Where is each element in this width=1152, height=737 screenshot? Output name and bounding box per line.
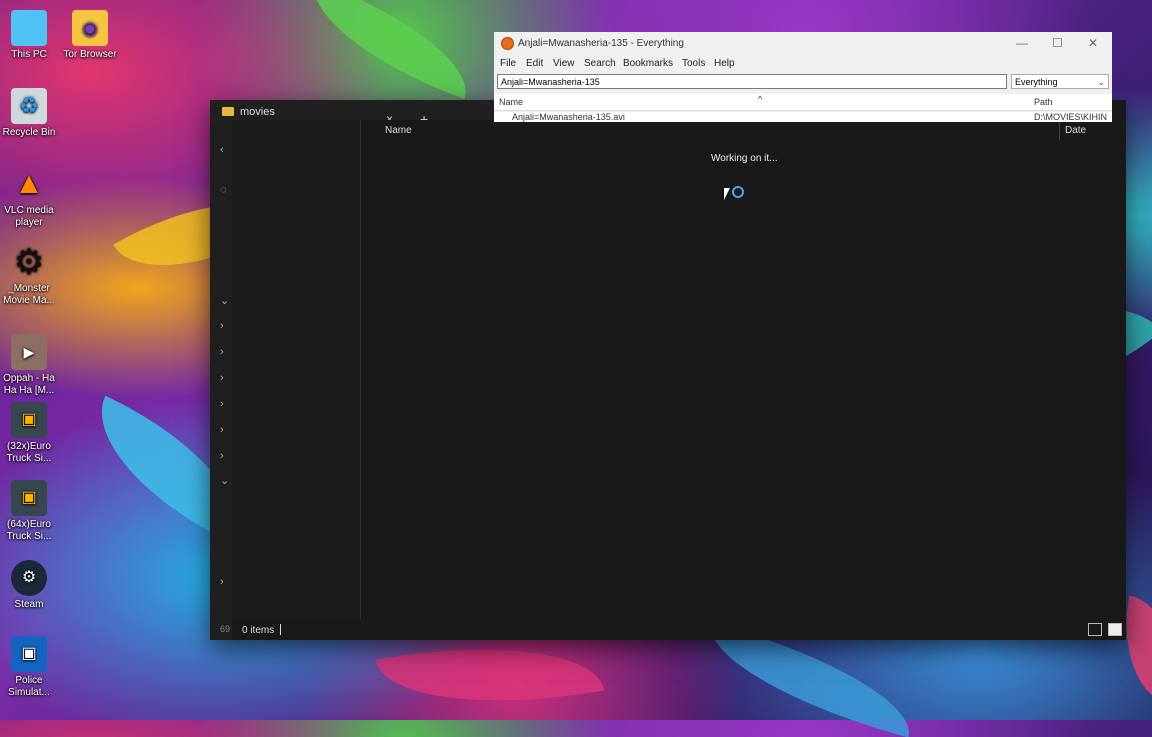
menu-edit[interactable]: Edit bbox=[526, 58, 543, 69]
gear-icon: ⚙ bbox=[13, 243, 45, 281]
desktop-icon-tor-browser[interactable]: ◉ Tor Browser bbox=[58, 10, 122, 61]
recycle-bin-icon: ♻ bbox=[11, 88, 47, 124]
desktop-icon-monster-movie[interactable]: ⚙ _Monster Movie Ma... bbox=[0, 244, 61, 307]
side-number: 69 bbox=[220, 624, 231, 634]
desktop-icon-police-sim[interactable]: ▣ Police Simulat... bbox=[0, 636, 61, 699]
status-bar: 0 items bbox=[232, 620, 1126, 640]
desktop-icon-label: _Monster Movie Ma... bbox=[3, 283, 55, 306]
folder-icon: ◉ bbox=[72, 10, 108, 46]
large-icons-view-button[interactable] bbox=[1108, 623, 1122, 636]
desktop-icon-label: Tor Browser bbox=[63, 49, 117, 60]
desktop-icon-label: Police Simulat... bbox=[8, 675, 50, 698]
vlc-cone-icon: ▲ bbox=[14, 167, 44, 200]
chevron-right-icon[interactable]: › bbox=[220, 398, 224, 410]
game-shortcut-icon: ▣ bbox=[11, 636, 47, 672]
menu-tools[interactable]: Tools bbox=[682, 58, 705, 69]
desktop-icon-label: This PC bbox=[11, 49, 47, 60]
desktop-icon-label: (64x)Euro Truck Si... bbox=[6, 519, 52, 542]
desktop-icon-euro-truck-32[interactable]: ▣ (32x)Euro Truck Si... bbox=[0, 402, 61, 465]
status-divider bbox=[280, 624, 281, 635]
explorer-tab-strip: movies × + bbox=[210, 100, 500, 127]
menu-file[interactable]: File bbox=[500, 58, 516, 69]
game-shortcut-icon: ▣ bbox=[11, 480, 47, 516]
chevron-right-icon[interactable]: › bbox=[220, 372, 224, 384]
desktop-icon-label: Steam bbox=[14, 599, 44, 610]
file-list-pane[interactable]: Name Date Working on it... bbox=[361, 120, 1126, 634]
video-file-icon: ▶ bbox=[11, 334, 47, 370]
menu-help[interactable]: Help bbox=[714, 58, 735, 69]
navigation-pane[interactable] bbox=[232, 120, 360, 640]
loading-spinner-icon bbox=[732, 186, 744, 198]
menu-search[interactable]: Search bbox=[584, 58, 616, 69]
chevron-right-icon[interactable]: › bbox=[220, 346, 224, 358]
column-header-name[interactable]: Name bbox=[499, 97, 523, 107]
steam-icon: ⚙ bbox=[11, 560, 47, 596]
column-header-date[interactable]: Date bbox=[1065, 125, 1086, 136]
chevron-right-icon[interactable]: › bbox=[220, 450, 224, 462]
desktop-icon-steam[interactable]: ⚙ Steam bbox=[0, 560, 61, 611]
result-name: Anjali=Mwanasheria-135.avi bbox=[512, 112, 625, 122]
desktop-icon-euro-truck-64[interactable]: ▣ (64x)Euro Truck Si... bbox=[0, 480, 61, 543]
chevron-left-icon[interactable]: ‹ bbox=[220, 144, 224, 156]
desktop-icon-label: (32x)Euro Truck Si... bbox=[6, 441, 52, 464]
wallpaper-leaf bbox=[295, 0, 485, 99]
chevron-down-icon[interactable]: ⌄ bbox=[220, 294, 229, 307]
desktop-icon-oppah-video[interactable]: ▶ Oppah - Ha Ha Ha [M... bbox=[0, 334, 61, 397]
result-path: D:\MOVIES\KIHIN bbox=[1034, 112, 1108, 122]
game-shortcut-icon: ▣ bbox=[11, 402, 47, 438]
result-row[interactable]: Anjali=Mwanasheria-135.avi D:\MOVIES\KIH… bbox=[494, 112, 1112, 122]
filter-select[interactable]: Everything ⌄ bbox=[1011, 74, 1109, 89]
navigation-strip: ‹ ◌ ⌄ › › › › › › ⌄ › 69 bbox=[210, 122, 232, 640]
column-separator[interactable] bbox=[1059, 120, 1060, 140]
chevron-down-icon: ⌄ bbox=[1097, 77, 1105, 87]
everything-window[interactable]: Anjali=Mwanasheria-135 - Everything — ☐ … bbox=[494, 32, 1112, 122]
file-explorer-window[interactable]: movies × + ‹ ◌ ⌄ › › › › › › ⌄ › 69 Name… bbox=[210, 100, 1126, 640]
mouse-cursor-icon bbox=[724, 188, 730, 200]
column-header-name[interactable]: Name bbox=[385, 125, 412, 136]
close-button[interactable]: ✕ bbox=[1088, 36, 1098, 50]
window-title: Anjali=Mwanasheria-135 - Everything bbox=[518, 38, 684, 49]
maximize-button[interactable]: ☐ bbox=[1052, 36, 1063, 50]
everything-app-icon bbox=[501, 37, 514, 50]
results-column-header: Name ^ Path bbox=[494, 94, 1112, 111]
chevron-right-icon[interactable]: › bbox=[220, 320, 224, 332]
desktop-icon-label: Recycle Bin bbox=[2, 127, 56, 138]
clock-icon[interactable]: ◌ bbox=[220, 184, 227, 196]
item-count: 0 items bbox=[242, 625, 275, 636]
desktop-icon-label: Oppah - Ha Ha Ha [M... bbox=[3, 373, 55, 396]
desktop-icon-vlc[interactable]: ▲ VLC media player bbox=[0, 166, 61, 229]
chevron-right-icon[interactable]: › bbox=[220, 576, 224, 588]
loading-text: Working on it... bbox=[711, 153, 778, 164]
folder-icon bbox=[222, 107, 234, 116]
chevron-down-icon[interactable]: ⌄ bbox=[220, 474, 229, 487]
filter-value: Everything bbox=[1015, 77, 1058, 87]
desktop-icon-this-pc[interactable]: This PC bbox=[0, 10, 61, 61]
monitor-icon bbox=[11, 10, 47, 46]
chevron-right-icon[interactable]: › bbox=[220, 424, 224, 436]
minimize-button[interactable]: — bbox=[1016, 36, 1028, 50]
menu-bookmarks[interactable]: Bookmarks bbox=[623, 58, 673, 69]
search-input[interactable]: Anjali=Mwanasheria-135 bbox=[497, 74, 1007, 89]
explorer-tab-label: movies bbox=[240, 106, 275, 118]
details-view-button[interactable] bbox=[1088, 623, 1102, 636]
column-header-path[interactable]: Path bbox=[1034, 97, 1053, 107]
sort-arrow-icon: ^ bbox=[758, 94, 763, 104]
desktop-icon-label: VLC media player bbox=[4, 205, 54, 228]
desktop-icon-recycle-bin[interactable]: ♻ Recycle Bin bbox=[0, 88, 61, 139]
menu-view[interactable]: View bbox=[553, 58, 575, 69]
